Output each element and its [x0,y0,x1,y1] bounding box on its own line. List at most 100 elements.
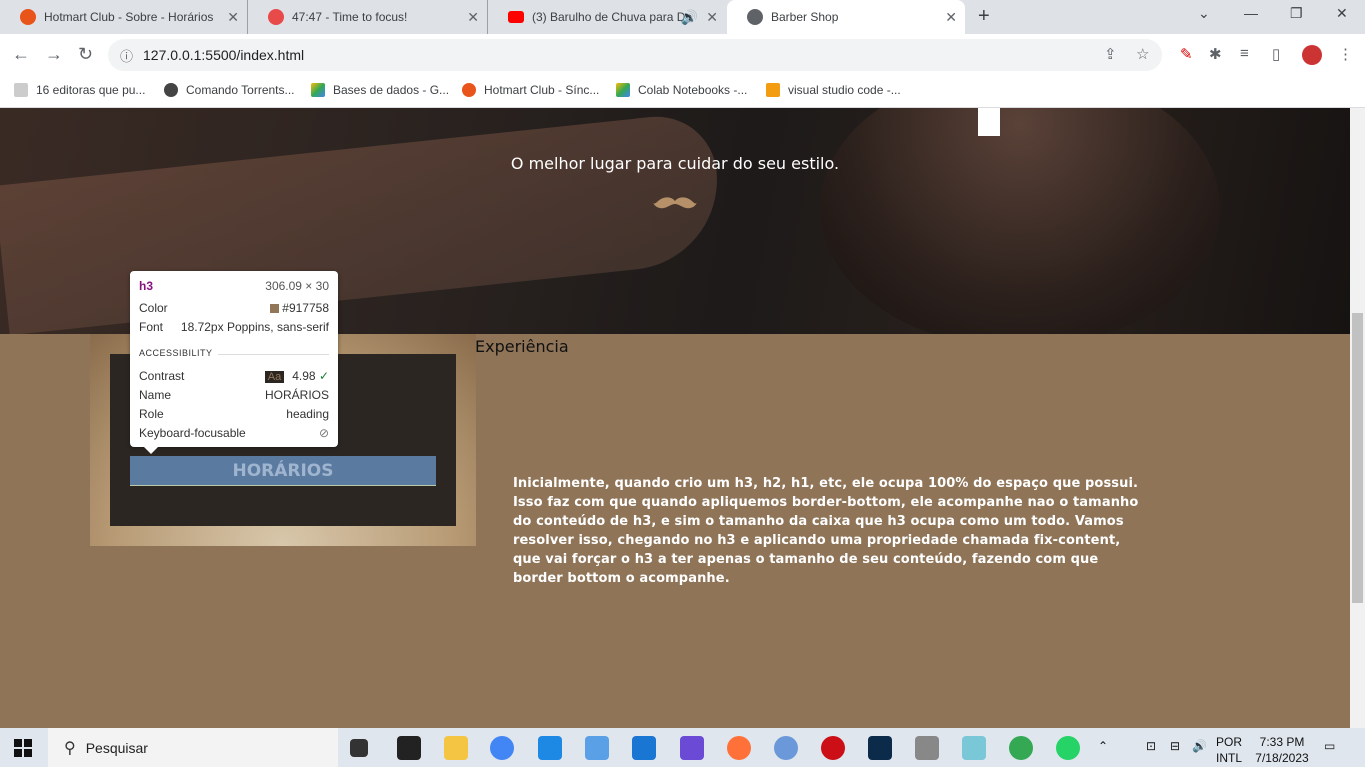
bookmark-label: visual studio code -... [788,83,901,97]
menu-icon[interactable]: ⋮ [1338,45,1353,63]
taskbar-search[interactable]: ⚲ Pesquisar [48,728,338,767]
info-icon[interactable]: ⓘ [120,46,133,65]
close-icon[interactable]: ✕ [706,9,718,26]
hero-white-block [978,108,1000,136]
bookmark-item[interactable]: Bases de dados - G... [311,83,449,97]
network-icon[interactable]: ⊡ [1146,738,1156,754]
explanation-paragraph: Inicialmente, quando crio um h3, h2, h1,… [513,476,1139,586]
volume-icon[interactable]: 🔊 [1192,738,1207,754]
sidepanel-icon[interactable]: ▯ [1272,45,1280,63]
tooltip-name-label: Name [139,388,172,402]
scrollbar-thumb[interactable] [1352,313,1363,603]
tab-title: Barber Shop [771,10,839,24]
search-icon: ⚲ [64,739,76,757]
new-tab-button[interactable]: + [978,5,990,28]
clock-date: 7/18/2023 [1255,751,1309,765]
star-icon[interactable]: ☆ [1136,45,1149,63]
tab-search-icon[interactable]: ⌄ [1198,5,1210,22]
back-button[interactable]: ← [12,44,30,65]
bookmark-item[interactable]: Hotmart Club - Sínc... [462,83,599,97]
wifi-icon[interactable]: ⊟ [1170,738,1180,754]
address-bar[interactable]: ⓘ 127.0.0.1:5500/index.html [108,39,1162,71]
close-icon[interactable]: ✕ [227,9,239,26]
hero-subtitle: O melhor lugar para cuidar do seu estilo… [510,154,840,173]
notification-icon[interactable]: ▭ [1324,738,1335,754]
terminal-icon[interactable] [397,736,421,760]
profile-avatar[interactable] [1302,45,1322,65]
tooltip-divider [218,354,329,355]
minimize-button[interactable]: — [1244,5,1258,21]
drive-icon [311,83,325,97]
bookmarks-bar: 16 editoras que pu... Comando Torrents..… [0,76,1365,108]
youtube-icon [508,11,524,23]
stackoverflow-icon [766,83,780,97]
page-scrollbar[interactable] [1350,108,1365,728]
tab-bar: Hotmart Club - Sobre - Horários ✕ 47:47 … [0,0,1365,34]
tab-title: (3) Barulho de Chuva para Dorm [532,10,692,24]
bookmark-item[interactable]: visual studio code -... [766,83,901,97]
not-allowed-icon: ⊘ [318,426,329,440]
bookmark-item[interactable]: 16 editoras que pu... [14,83,145,97]
bookmark-label: Comando Torrents... [186,83,295,97]
share-icon[interactable]: ⇪ [1104,45,1117,63]
language-code: POR [1216,735,1243,749]
window-close-button[interactable]: ✕ [1336,5,1348,22]
hero-photo-arm [0,110,726,336]
task-view-icon[interactable] [350,739,368,757]
restore-button[interactable]: ❐ [1290,5,1303,22]
extensions-icon[interactable]: ✱ [1209,45,1222,63]
chrome-icon[interactable] [490,736,514,760]
tooltip-size: 306.09 × 30 [265,279,329,293]
tooltip-role-label: Role [139,407,164,421]
tab-hotmart[interactable]: Hotmart Club - Sobre - Horários ✕ [0,0,248,34]
bookmark-label: 16 editoras que pu... [36,83,146,97]
windows-start-icon[interactable] [14,739,32,757]
tab-focus[interactable]: 47:47 - Time to focus! ✕ [248,0,488,34]
whatsapp-icon[interactable] [1056,736,1080,760]
qbittorrent-icon[interactable] [774,736,798,760]
color-swatch [270,304,280,314]
hotmart-icon [462,83,476,97]
forward-button[interactable]: → [45,44,63,65]
bookmark-item[interactable]: Colab Notebooks -... [616,83,747,97]
powershell-icon[interactable] [868,736,892,760]
tab-title: Hotmart Club - Sobre - Horários [44,10,214,24]
vscode-icon[interactable] [538,736,562,760]
torrent-icon [164,83,178,97]
tab-barber-shop[interactable]: Barber Shop ✕ [727,0,965,34]
bookmark-item[interactable]: Comando Torrents... [164,83,295,97]
app-icon-2[interactable] [962,736,986,760]
close-icon[interactable]: ✕ [945,9,957,26]
tooltip-font-label: Font [139,320,164,334]
mail-icon[interactable] [632,736,656,760]
clock[interactable]: 7:33 PM 7/18/2023 [1254,734,1310,766]
clock-time: 7:33 PM [1259,735,1305,749]
reload-button[interactable]: ↻ [78,44,93,65]
calculator-icon[interactable] [915,736,939,760]
windows-taskbar: ⚲ Pesquisar ⌃ ⊡ ⊟ 🔊 POR INTL 7:33 PM 7/1… [0,728,1365,767]
tooltip-contrast-label: Contrast [139,369,185,383]
opera-icon[interactable] [821,736,845,760]
tooltip-name-value: HORÁRIOS [264,388,329,402]
chevron-up-icon[interactable]: ⌃ [1098,738,1108,754]
close-icon[interactable]: ✕ [467,9,479,26]
browser-toolbar: ← → ↻ ⓘ 127.0.0.1:5500/index.html ⇪ ☆ ✎ … [0,34,1365,76]
keyboard-layout: INTL [1216,751,1243,765]
tooltip-keyboard-label: Keyboard-focusable [139,426,246,440]
app-icon[interactable] [680,736,704,760]
tab-youtube[interactable]: (3) Barulho de Chuva para Dorm 🔊 ✕ [488,0,726,34]
bookmark-label: Colab Notebooks -... [638,83,748,97]
file-explorer-icon[interactable] [444,736,468,760]
horarios-heading: HORÁRIOS [130,456,436,486]
media-icon[interactable]: ≡ [1240,45,1249,62]
contrast-sample: Aa [264,371,285,383]
store-icon[interactable] [585,736,609,760]
eyedropper-extension-icon[interactable]: ✎ [1180,45,1193,63]
tooltip-tag: h3 [139,279,154,293]
firefox-icon[interactable] [727,736,751,760]
tooltip-accessibility-label: ACCESSIBILITY [139,348,213,358]
language-indicator[interactable]: POR INTL [1216,734,1242,766]
devtools-inspect-tooltip: h3 306.09 × 30 Color #917758 Font 18.72px P… [130,271,338,454]
tooltip-role-value: heading [286,407,329,421]
chrome-icon-2[interactable] [1009,736,1033,760]
